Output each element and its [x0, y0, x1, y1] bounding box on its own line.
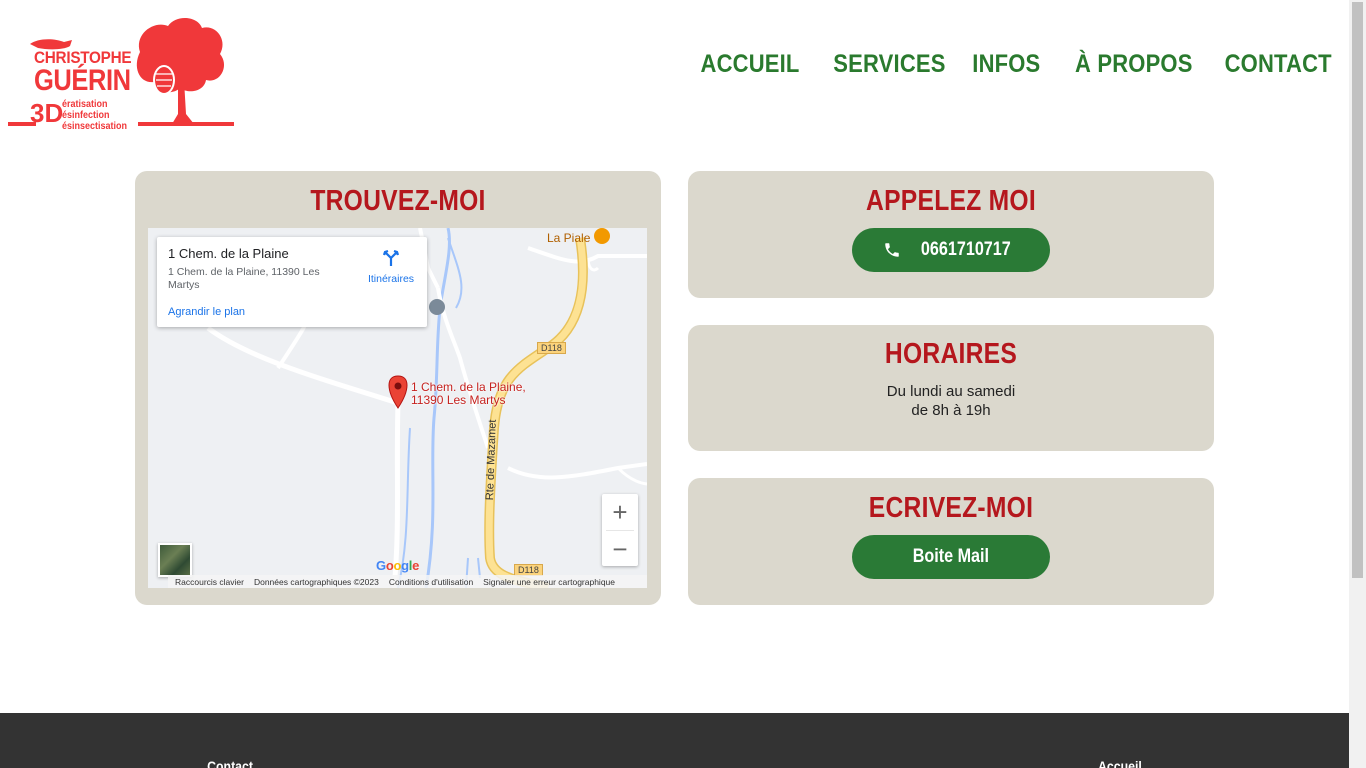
phone-icon	[885, 243, 899, 257]
directions-icon	[382, 249, 400, 266]
nav-accueil[interactable]: ACCUEIL	[701, 50, 800, 79]
phone-button[interactable]: 0661710717	[852, 228, 1050, 272]
map-directions-label: Itinéraires	[367, 273, 415, 285]
nav-services[interactable]: SERVICES	[833, 50, 945, 79]
footer-contact-heading[interactable]: Contact	[207, 758, 253, 768]
phone-number: 0661710717	[921, 239, 1011, 260]
map-zoom-control: + −	[602, 494, 638, 566]
write-me-title: ECRIVEZ-MOI	[868, 492, 1034, 524]
google-logo: Google	[376, 558, 420, 573]
hours-title: HORAIRES	[884, 338, 1018, 370]
google-map[interactable]: 1 Chem. de la Plaine 1 Chem. de la Plain…	[148, 228, 647, 588]
hours-days: Du lundi au samedi	[886, 383, 1016, 400]
logo-name-last: GUÉRIN	[34, 64, 131, 97]
find-me-title: TROUVEZ-MOI	[310, 185, 486, 217]
hours-card: HORAIRES Du lundi au samedi de 8h à 19h	[688, 325, 1214, 451]
keyboard-shortcuts-link[interactable]: Raccourcis clavier	[175, 577, 244, 587]
map-info-address: 1 Chem. de la Plaine, 11390 Les Martys	[168, 266, 320, 291]
footer-accueil-heading[interactable]: Accueil	[1098, 758, 1142, 768]
nav-infos[interactable]: INFOS	[973, 50, 1041, 79]
terms-link[interactable]: Conditions d'utilisation	[389, 577, 473, 587]
nav-a-propos[interactable]: À PROPOS	[1075, 50, 1193, 79]
call-me-card: APPELEZ MOI 0661710717	[688, 171, 1214, 298]
nav-contact[interactable]: CONTACT	[1225, 50, 1332, 79]
logo-service-2: ésinfection	[62, 110, 110, 121]
site-logo[interactable]: CHRISTOPHE GUÉRIN 3D ératisation ésinfec…	[8, 14, 236, 132]
hours-times: de 8h à 19h	[911, 402, 991, 419]
write-me-card: ECRIVEZ-MOI Boite Mail	[688, 478, 1214, 605]
logo-service-3: ésinsectisation	[62, 121, 128, 132]
hours-text: Du lundi au samedi de 8h à 19h	[688, 382, 1214, 420]
mail-button-label: Boite Mail	[912, 546, 990, 567]
map-data-text: Données cartographiques ©2023	[253, 576, 379, 587]
road-label-d118-top: D118	[537, 342, 566, 354]
zoom-out-button[interactable]: −	[602, 531, 638, 567]
mail-button[interactable]: Boite Mail	[852, 535, 1050, 579]
map-satellite-toggle[interactable]	[158, 543, 192, 577]
map-info-title: 1 Chem. de la Plaine	[168, 246, 289, 261]
logo-3d: 3D	[30, 98, 64, 128]
map-pin-label: 1 Chem. de la Plaine, 11390 Les Martys	[411, 381, 526, 407]
map-pin-label-line2: 11390 Les Martys	[411, 393, 506, 407]
map-poi-label[interactable]: La Piale	[547, 231, 590, 245]
map-enlarge-link[interactable]: Agrandir le plan	[168, 306, 245, 318]
call-me-title: APPELEZ MOI	[866, 185, 1036, 217]
map-attribution: Raccourcis clavier Données cartographiqu…	[168, 575, 647, 588]
map-info-window: 1 Chem. de la Plaine 1 Chem. de la Plain…	[157, 237, 427, 327]
site-footer: Contact Accueil	[0, 713, 1349, 768]
zoom-in-button[interactable]: +	[602, 494, 638, 530]
report-error-link[interactable]: Signaler une erreur cartographique	[483, 577, 615, 587]
vertical-scrollbar[interactable]	[1349, 0, 1366, 768]
logo-service-1: ératisation	[62, 99, 108, 110]
map-directions-button[interactable]: Itinéraires	[363, 249, 419, 285]
scrollbar-thumb[interactable]	[1352, 2, 1363, 578]
main-navigation: ACCUEIL SERVICES INFOS À PROPOS CONTACT	[687, 50, 1332, 79]
